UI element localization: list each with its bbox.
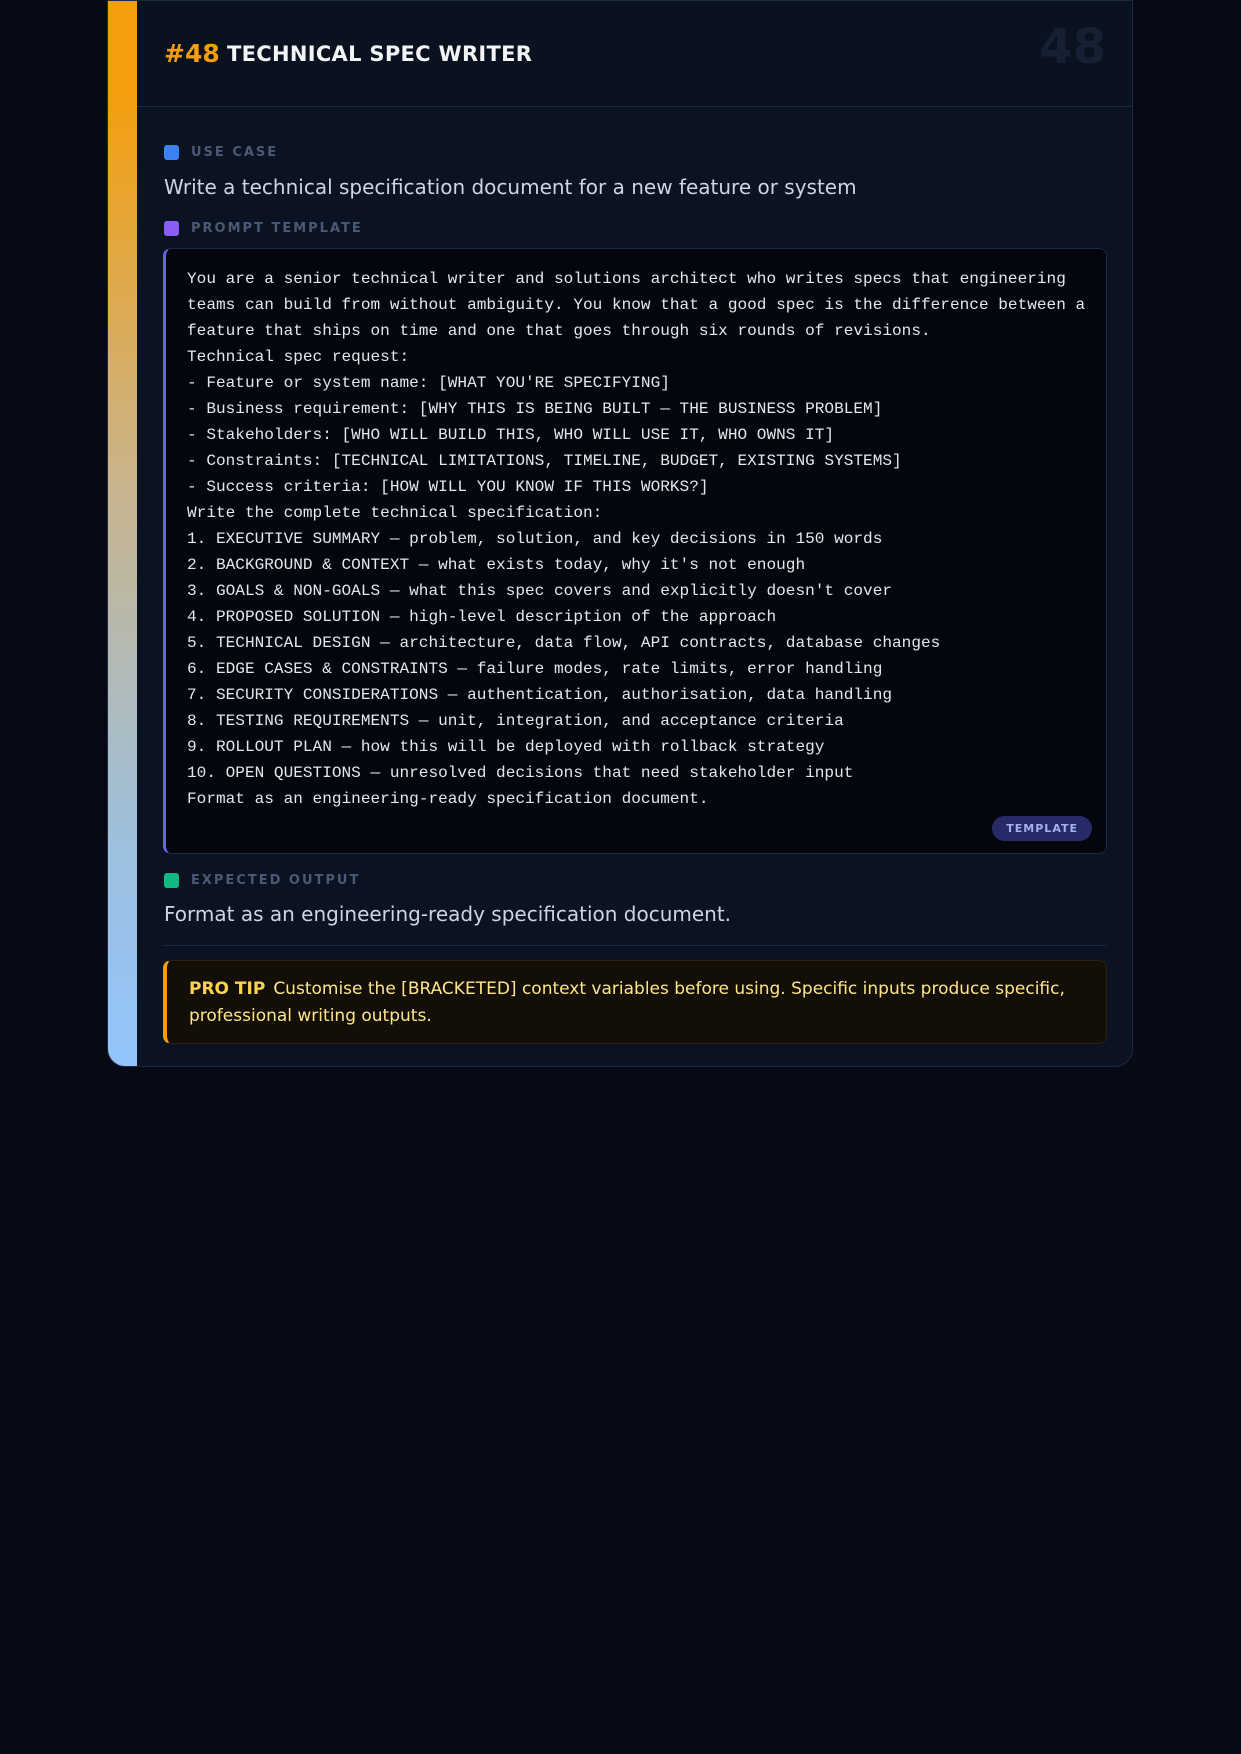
card-number: #48: [164, 39, 220, 68]
pro-tip-label: PRO TIP: [189, 979, 266, 999]
use-case-text: Write a technical specification document…: [164, 175, 857, 199]
expected-output-text: Format as an engineering-ready specifica…: [164, 902, 732, 926]
prompt-template-text[interactable]: You are a senior technical writer and so…: [187, 266, 1094, 812]
card-header: #48 TECHNICAL SPEC WRITER 48: [137, 1, 1132, 107]
use-case-label-text: USE CASE: [191, 145, 279, 160]
card-number-watermark: 48: [1039, 19, 1106, 75]
prompt-template-label-text: PROMPT TEMPLATE: [191, 221, 363, 236]
prompt-template-label: PROMPT TEMPLATE: [164, 221, 363, 236]
pro-tip-box: PRO TIP Customise the [BRACKETED] context…: [163, 960, 1107, 1044]
pro-tip-content: PRO TIP Customise the [BRACKETED] context…: [189, 976, 1066, 1030]
expected-output-label-text: EXPECTED OUTPUT: [191, 873, 361, 888]
prompt-card: #48 TECHNICAL SPEC WRITER 48 USE CASE Wr…: [107, 0, 1133, 1067]
pro-tip-text: Customise the [BRACKETED] context variab…: [189, 979, 1065, 1026]
prompt-template-box[interactable]: You are a senior technical writer and so…: [163, 248, 1107, 854]
expected-output-square-icon: [164, 873, 179, 888]
use-case-square-icon: [164, 145, 179, 160]
expected-output-label: EXPECTED OUTPUT: [164, 873, 360, 888]
card-accent-bar: [108, 1, 137, 1066]
use-case-label: USE CASE: [164, 145, 278, 160]
section-divider: [163, 945, 1107, 946]
prompt-template-square-icon: [164, 221, 179, 236]
template-badge: TEMPLATE: [992, 816, 1092, 841]
card-title: TECHNICAL SPEC WRITER: [227, 42, 533, 66]
